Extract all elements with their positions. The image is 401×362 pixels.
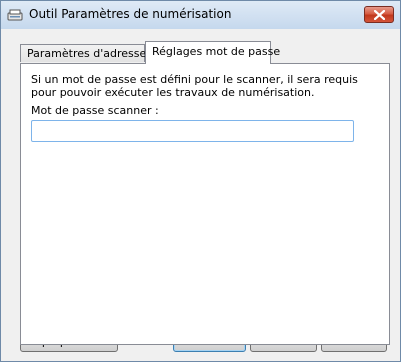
tab-panel-password: Si un mot de passe est défini pour le sc… <box>20 63 390 345</box>
dialog-client-area: Paramètres d'adresse IP Réglages mot de … <box>8 29 393 355</box>
close-icon <box>374 10 385 20</box>
scanner-icon <box>7 8 23 22</box>
tab-password-settings[interactable]: Réglages mot de passe <box>145 41 280 64</box>
close-button[interactable] <box>364 6 394 23</box>
password-input[interactable] <box>31 120 354 142</box>
dialog-window: Outil Paramètres de numérisation Paramèt… <box>0 0 401 362</box>
tab-ip-settings[interactable]: Paramètres d'adresse IP <box>20 44 160 62</box>
window-title: Outil Paramètres de numérisation <box>29 7 232 21</box>
title-bar[interactable]: Outil Paramètres de numérisation <box>1 1 400 29</box>
password-label: Mot de passe scanner : <box>31 104 159 117</box>
password-description: Si un mot de passe est défini pour le sc… <box>31 73 358 99</box>
